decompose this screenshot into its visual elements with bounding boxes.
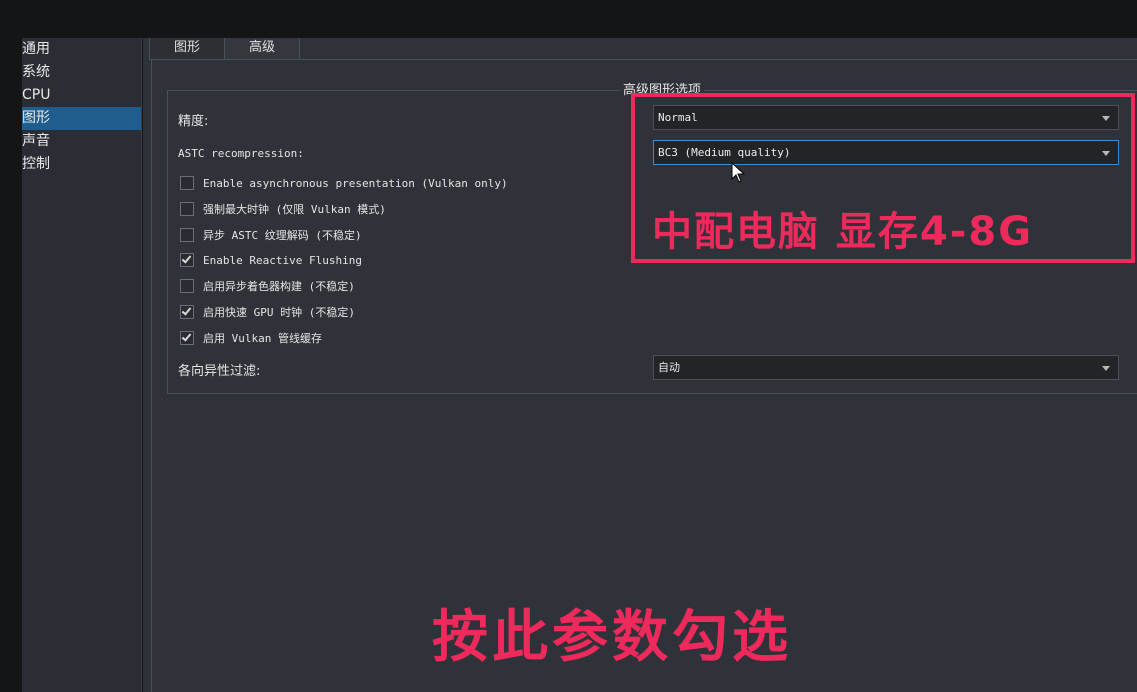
accuracy-label: 精度:	[178, 114, 209, 129]
checkbox-box[interactable]	[180, 228, 194, 242]
checkbox-box[interactable]	[180, 305, 194, 319]
checkbox-box[interactable]	[180, 331, 194, 345]
checkbox-async-astc[interactable]: 异步 ASTC 纹理解码 (不稳定)	[180, 226, 362, 244]
checkbox-label: 启用 Vulkan 管线缓存	[203, 332, 322, 345]
sidebar: 通用 系统 CPU 图形 声音 控制	[22, 38, 142, 692]
anisotropic-filter-select[interactable]: 自动	[653, 355, 1119, 380]
checkbox-label: 启用快速 GPU 时钟 (不稳定)	[203, 306, 355, 319]
checkbox-label: Enable Reactive Flushing	[203, 253, 362, 267]
overlay-caption-bottom: 按此参数勾选	[432, 605, 792, 670]
tab-bar: 图形 高级	[149, 38, 301, 60]
checkbox-async-shaders[interactable]: 启用异步着色器构建 (不稳定)	[180, 277, 355, 295]
checkbox-force-max-clock[interactable]: 强制最大时钟 (仅限 Vulkan 模式)	[180, 200, 386, 218]
astc-recompression-label: ASTC recompression:	[178, 147, 304, 160]
tab-graphics[interactable]: 图形	[149, 38, 226, 60]
sidebar-item-graphics[interactable]: 图形	[22, 107, 141, 130]
sidebar-item-controls[interactable]: 控制	[22, 153, 141, 176]
sidebar-item-general[interactable]: 通用	[22, 38, 141, 61]
mouse-pointer-icon	[731, 162, 746, 183]
checkbox-reactive-flushing[interactable]: Enable Reactive Flushing	[180, 251, 362, 269]
checkbox-label: 异步 ASTC 纹理解码 (不稳定)	[203, 229, 362, 242]
checkbox-async-presentation[interactable]: Enable asynchronous presentation (Vulkan…	[180, 174, 508, 192]
anisotropic-filter-label: 各向异性过滤:	[178, 364, 261, 379]
check-icon	[181, 331, 192, 342]
checkbox-box[interactable]	[180, 253, 194, 267]
tab-advanced[interactable]: 高级	[225, 38, 301, 60]
anisotropic-filter-value: 自动	[658, 361, 680, 374]
sidebar-item-cpu[interactable]: CPU	[22, 84, 141, 107]
overlay-caption-top: 中配电脑 显存4-8G	[652, 209, 1034, 255]
checkbox-label: 启用异步着色器构建 (不稳定)	[203, 280, 355, 293]
checkbox-box[interactable]	[180, 176, 194, 190]
sidebar-item-audio[interactable]: 声音	[22, 130, 141, 153]
checkbox-vulkan-pipeline-cache[interactable]: 启用 Vulkan 管线缓存	[180, 329, 322, 347]
checkbox-box[interactable]	[180, 279, 194, 293]
check-icon	[181, 305, 192, 316]
sidebar-item-system[interactable]: 系统	[22, 61, 141, 84]
checkbox-fast-gpu-clock[interactable]: 启用快速 GPU 时钟 (不稳定)	[180, 303, 355, 321]
checkbox-label: 强制最大时钟 (仅限 Vulkan 模式)	[203, 203, 386, 216]
checkbox-label: Enable asynchronous presentation (Vulkan…	[203, 176, 508, 190]
top-bar	[0, 0, 1137, 38]
chevron-down-icon	[1102, 366, 1110, 371]
check-icon	[181, 253, 192, 264]
checkbox-box[interactable]	[180, 202, 194, 216]
